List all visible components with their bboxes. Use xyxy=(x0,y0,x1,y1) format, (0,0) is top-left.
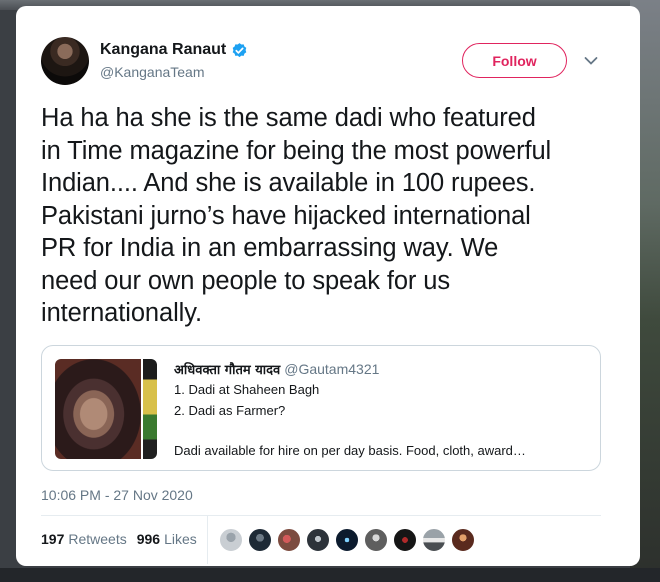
liker-avatars xyxy=(219,528,480,552)
retweets-count: 197 xyxy=(41,531,65,547)
backdrop-bottom xyxy=(0,568,660,582)
author-handle[interactable]: @KanganaTeam xyxy=(100,64,205,80)
liker-avatar[interactable] xyxy=(219,528,243,552)
quoted-author-name: अधिवक्ता गौतम यादव xyxy=(174,363,281,378)
liker-avatar[interactable] xyxy=(451,528,475,552)
tweet-text-line: need our own people to speak for us xyxy=(41,266,451,295)
tweet-text-line: Indian.... And she is available in 100 r… xyxy=(41,169,536,197)
quoted-text-line: 2. Dadi as Farmer? xyxy=(174,403,286,418)
retweets-label: Retweets xyxy=(68,531,127,547)
likes-label: Likes xyxy=(164,531,197,547)
likes-stat[interactable]: 996 Likes xyxy=(137,531,197,547)
quoted-text-line: Dadi available for hire on per day basis… xyxy=(174,443,526,458)
tweet-text-line: internationally. xyxy=(41,299,202,327)
follow-button[interactable]: Follow xyxy=(462,43,567,78)
quoted-photo-portrait xyxy=(55,359,141,459)
liker-avatar[interactable] xyxy=(422,528,446,552)
tweet-text: Ha ha ha she is the same dadi who featur… xyxy=(41,102,621,330)
author-name-row: Kangana Ranaut xyxy=(100,41,248,59)
liker-avatar[interactable] xyxy=(248,528,272,552)
liker-avatar[interactable] xyxy=(277,528,301,552)
liker-avatar[interactable] xyxy=(393,528,417,552)
tweet-text-line: Pakistani jurno’s have hijacked internat… xyxy=(41,201,531,230)
quoted-text-line: 1. Dadi at Shaheen Bagh xyxy=(174,382,320,397)
author-avatar[interactable] xyxy=(41,37,89,85)
tweet-timestamp[interactable]: 10:06 PM - 27 Nov 2020 xyxy=(41,487,193,503)
stats-separator xyxy=(207,516,208,564)
author-name[interactable]: Kangana Ranaut xyxy=(100,41,226,59)
tweet-text-line: PR for India in an embarrassing way. We xyxy=(41,234,499,262)
retweets-stat[interactable]: 197 Retweets xyxy=(41,531,127,547)
quoted-tweet-header: अधिवक्ता गौतम यादव @Gautam4321 xyxy=(174,360,379,378)
tweet-card: Kangana Ranaut @KanganaTeam Follow Ha ha… xyxy=(16,6,640,566)
quoted-photo-strip xyxy=(143,359,157,459)
quoted-tweet[interactable]: अधिवक्ता गौतम यादव @Gautam4321 1. Dadi a… xyxy=(41,345,601,471)
verified-badge-icon xyxy=(232,42,247,57)
liker-avatar[interactable] xyxy=(306,528,330,552)
liker-avatar[interactable] xyxy=(364,528,388,552)
tweet-text-line: in Time magazine for being the most powe… xyxy=(41,136,552,165)
divider xyxy=(41,515,601,516)
likes-count: 996 xyxy=(136,531,161,547)
liker-avatar[interactable] xyxy=(335,528,359,552)
quoted-author-handle: @Gautam4321 xyxy=(284,361,380,377)
tweet-text-line: Ha ha ha she is the same dadi who featur… xyxy=(41,104,536,132)
chevron-down-icon[interactable] xyxy=(584,56,598,66)
quoted-tweet-photo[interactable] xyxy=(55,359,157,459)
tweet-stats: 197 Retweets 996 Likes xyxy=(41,531,207,547)
